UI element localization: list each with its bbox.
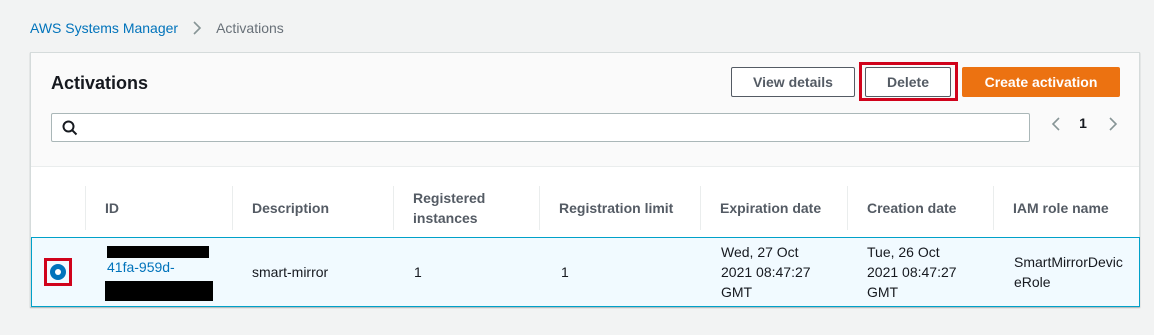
iam-role-cell: SmartMirrorDeviceRole bbox=[1014, 254, 1123, 290]
chevron-right-icon[interactable] bbox=[1106, 116, 1120, 132]
registered-instances-cell: 1 bbox=[414, 264, 422, 280]
column-header-iam-role[interactable]: IAM role name bbox=[993, 180, 1140, 236]
delete-button[interactable]: Delete bbox=[865, 67, 951, 97]
activation-id-cell: 41fa-959d- bbox=[105, 244, 217, 304]
column-header-creation-date[interactable]: Creation date bbox=[847, 180, 993, 236]
column-header-id[interactable]: ID bbox=[85, 180, 232, 236]
panel-header: Activations View details Delete Create a… bbox=[31, 53, 1139, 167]
search-icon bbox=[62, 120, 78, 136]
activations-panel: Activations View details Delete Create a… bbox=[30, 52, 1140, 307]
chevron-right-icon bbox=[192, 21, 202, 35]
search-input[interactable] bbox=[86, 116, 1021, 139]
panel-title: Activations bbox=[51, 73, 149, 93]
redaction-bar bbox=[105, 281, 213, 301]
table-header: ID Description Registered instances Regi… bbox=[31, 180, 1139, 236]
description-cell: smart-mirror bbox=[252, 264, 329, 280]
activation-id-link[interactable]: 41fa-959d- bbox=[107, 259, 175, 275]
column-header-registration-limit[interactable]: Registration limit bbox=[539, 180, 700, 236]
registration-limit-cell: 1 bbox=[561, 264, 569, 280]
column-header-registered-instances[interactable]: Registered instances bbox=[393, 180, 513, 236]
search-box bbox=[51, 113, 1030, 142]
column-header-description[interactable]: Description bbox=[232, 180, 393, 236]
breadcrumb: AWS Systems Manager Activations bbox=[30, 18, 284, 38]
table-row[interactable]: 41fa-959d- smart-mirror 1 1 Wed, 27 Oct … bbox=[31, 237, 1140, 307]
row-select-radio[interactable] bbox=[50, 264, 66, 280]
create-activation-button[interactable]: Create activation bbox=[962, 67, 1120, 97]
creation-date-cell: Tue, 26 Oct 2021 08:47:27 GMT bbox=[867, 244, 957, 300]
view-details-button[interactable]: View details bbox=[731, 67, 855, 97]
breadcrumb-current: Activations bbox=[216, 20, 284, 36]
redaction-bar bbox=[107, 246, 209, 258]
expiration-date-cell: Wed, 27 Oct 2021 08:47:27 GMT bbox=[721, 244, 811, 300]
chevron-left-icon[interactable] bbox=[1049, 116, 1063, 132]
column-header-expiration-date[interactable]: Expiration date bbox=[700, 180, 847, 236]
pagination-page[interactable]: 1 bbox=[1073, 115, 1093, 131]
breadcrumb-link-systems-manager[interactable]: AWS Systems Manager bbox=[30, 20, 178, 36]
